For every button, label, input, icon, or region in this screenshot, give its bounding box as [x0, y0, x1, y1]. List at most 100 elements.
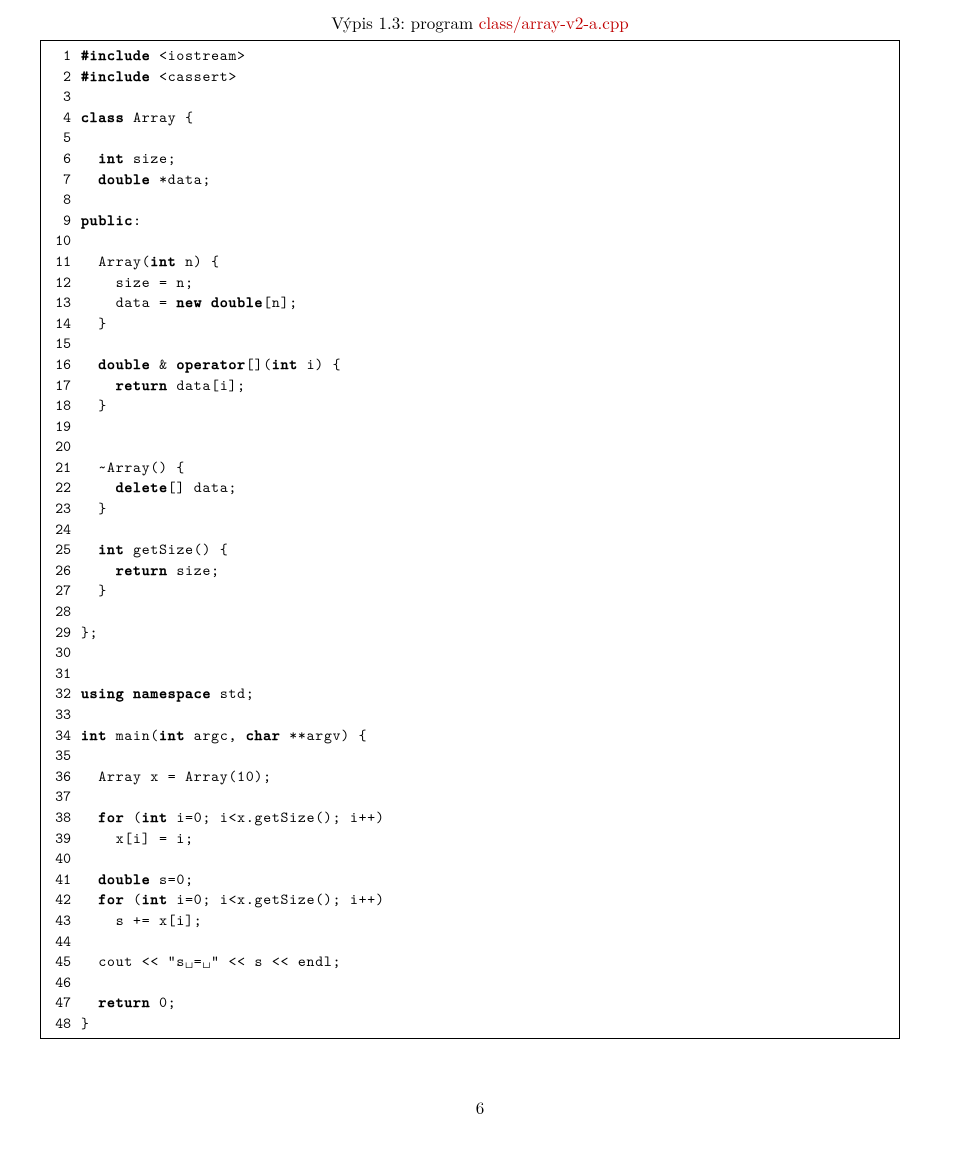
line-number: 28: [41, 601, 71, 622]
code-line: [81, 519, 891, 540]
code-line: for (int i=0; i<x.getSize(); i++): [81, 807, 891, 828]
code-line: [81, 333, 891, 354]
code-block: 1234567891011121314151617181920212223242…: [40, 40, 900, 1039]
line-number: 47: [41, 992, 71, 1013]
caption-prefix: Výpis 1.3: program: [331, 10, 479, 34]
code-line: [81, 972, 891, 993]
code-line: data = new double[n];: [81, 292, 891, 313]
line-number: 19: [41, 416, 71, 437]
code-line: using namespace std;: [81, 683, 891, 704]
code-line: [81, 601, 891, 622]
line-number: 44: [41, 931, 71, 952]
line-number: 36: [41, 766, 71, 787]
line-number: 8: [41, 189, 71, 210]
line-number: 1: [41, 45, 71, 66]
code-line: double & operator[](int i) {: [81, 354, 891, 375]
line-number: 33: [41, 704, 71, 725]
line-number: 21: [41, 457, 71, 478]
line-number: 34: [41, 725, 71, 746]
line-number: 41: [41, 869, 71, 890]
line-number: 26: [41, 560, 71, 581]
code-line: [81, 663, 891, 684]
code-line: [81, 745, 891, 766]
line-number: 18: [41, 395, 71, 416]
line-number: 39: [41, 828, 71, 849]
code-line: for (int i=0; i<x.getSize(); i++): [81, 889, 891, 910]
code-line: [81, 189, 891, 210]
line-number: 45: [41, 951, 71, 972]
code-line: return size;: [81, 560, 891, 581]
line-number: 13: [41, 292, 71, 313]
line-number: 27: [41, 580, 71, 601]
page-number: 6: [0, 1095, 960, 1119]
line-number: 38: [41, 807, 71, 828]
code-line: x[i] = i;: [81, 828, 891, 849]
line-number: 9: [41, 210, 71, 231]
code-line: int size;: [81, 148, 891, 169]
code-line: int main(int argc, char **argv) {: [81, 725, 891, 746]
code-line: [81, 416, 891, 437]
code-line: [81, 704, 891, 725]
line-number: 40: [41, 848, 71, 869]
line-number: 37: [41, 786, 71, 807]
code-line: double *data;: [81, 169, 891, 190]
code-line: };: [81, 622, 891, 643]
code-line: [81, 127, 891, 148]
code-line: [81, 848, 891, 869]
code-line: return data[i];: [81, 375, 891, 396]
line-number: 32: [41, 683, 71, 704]
listing-caption: Výpis 1.3: program class/array-v2-a.cpp: [40, 10, 920, 34]
line-number: 29: [41, 622, 71, 643]
line-number: 15: [41, 333, 71, 354]
line-number: 31: [41, 663, 71, 684]
code-line: ~Array() {: [81, 457, 891, 478]
line-number: 20: [41, 436, 71, 457]
line-number: 5: [41, 127, 71, 148]
line-number: 4: [41, 107, 71, 128]
code-line: return 0;: [81, 992, 891, 1013]
code-line: delete[] data;: [81, 477, 891, 498]
code-line: cout << "s␣=␣" << s << endl;: [81, 951, 891, 972]
code-line: }: [81, 1013, 891, 1034]
line-number: 30: [41, 642, 71, 663]
line-number: 6: [41, 148, 71, 169]
code-line: s += x[i];: [81, 910, 891, 931]
code-line: Array x = Array(10);: [81, 766, 891, 787]
code-line: #include <iostream>: [81, 45, 891, 66]
code-line: Array(int n) {: [81, 251, 891, 272]
line-number: 35: [41, 745, 71, 766]
code-line: double s=0;: [81, 869, 891, 890]
code-line: public:: [81, 210, 891, 231]
code-line: [81, 230, 891, 251]
line-number-gutter: 1234567891011121314151617181920212223242…: [41, 41, 71, 1038]
code-body: #include <iostream>#include <cassert> cl…: [71, 41, 899, 1038]
code-line: class Array {: [81, 107, 891, 128]
line-number: 46: [41, 972, 71, 993]
line-number: 14: [41, 313, 71, 334]
code-line: }: [81, 395, 891, 416]
code-line: int getSize() {: [81, 539, 891, 560]
line-number: 48: [41, 1013, 71, 1034]
line-number: 42: [41, 889, 71, 910]
line-number: 24: [41, 519, 71, 540]
line-number: 22: [41, 477, 71, 498]
code-line: }: [81, 313, 891, 334]
code-line: [81, 86, 891, 107]
code-line: [81, 436, 891, 457]
line-number: 25: [41, 539, 71, 560]
code-line: [81, 786, 891, 807]
code-line: size = n;: [81, 272, 891, 293]
line-number: 3: [41, 86, 71, 107]
code-line: [81, 642, 891, 663]
code-line: #include <cassert>: [81, 66, 891, 87]
caption-link: class/array-v2-a.cpp: [479, 10, 629, 34]
line-number: 16: [41, 354, 71, 375]
line-number: 10: [41, 230, 71, 251]
line-number: 2: [41, 66, 71, 87]
line-number: 43: [41, 910, 71, 931]
line-number: 23: [41, 498, 71, 519]
line-number: 7: [41, 169, 71, 190]
code-line: }: [81, 580, 891, 601]
line-number: 11: [41, 251, 71, 272]
line-number: 17: [41, 375, 71, 396]
